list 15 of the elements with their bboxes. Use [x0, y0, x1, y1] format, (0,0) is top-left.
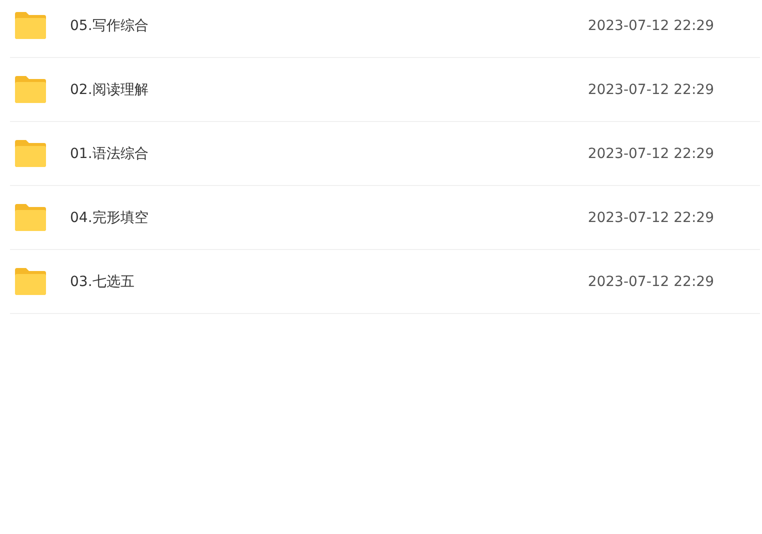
folder-icon [15, 140, 46, 167]
modified-date: 2023-07-12 22:29 [588, 82, 714, 98]
modified-date: 2023-07-12 22:29 [588, 210, 714, 226]
folder-name[interactable]: 05.写作综合 [70, 16, 588, 34]
folder-icon [15, 12, 46, 39]
folder-name[interactable]: 04.完形填空 [70, 208, 588, 226]
folder-name[interactable]: 01.语法综合 [70, 144, 588, 162]
folder-name[interactable]: 02.阅读理解 [70, 80, 588, 98]
folder-icon [15, 268, 46, 295]
folder-icon [15, 204, 46, 231]
modified-date: 2023-07-12 22:29 [588, 146, 714, 162]
folder-name[interactable]: 03.七选五 [70, 272, 588, 290]
folder-icon [15, 76, 46, 103]
modified-date: 2023-07-12 22:29 [588, 274, 714, 290]
modified-date: 2023-07-12 22:29 [588, 18, 714, 34]
